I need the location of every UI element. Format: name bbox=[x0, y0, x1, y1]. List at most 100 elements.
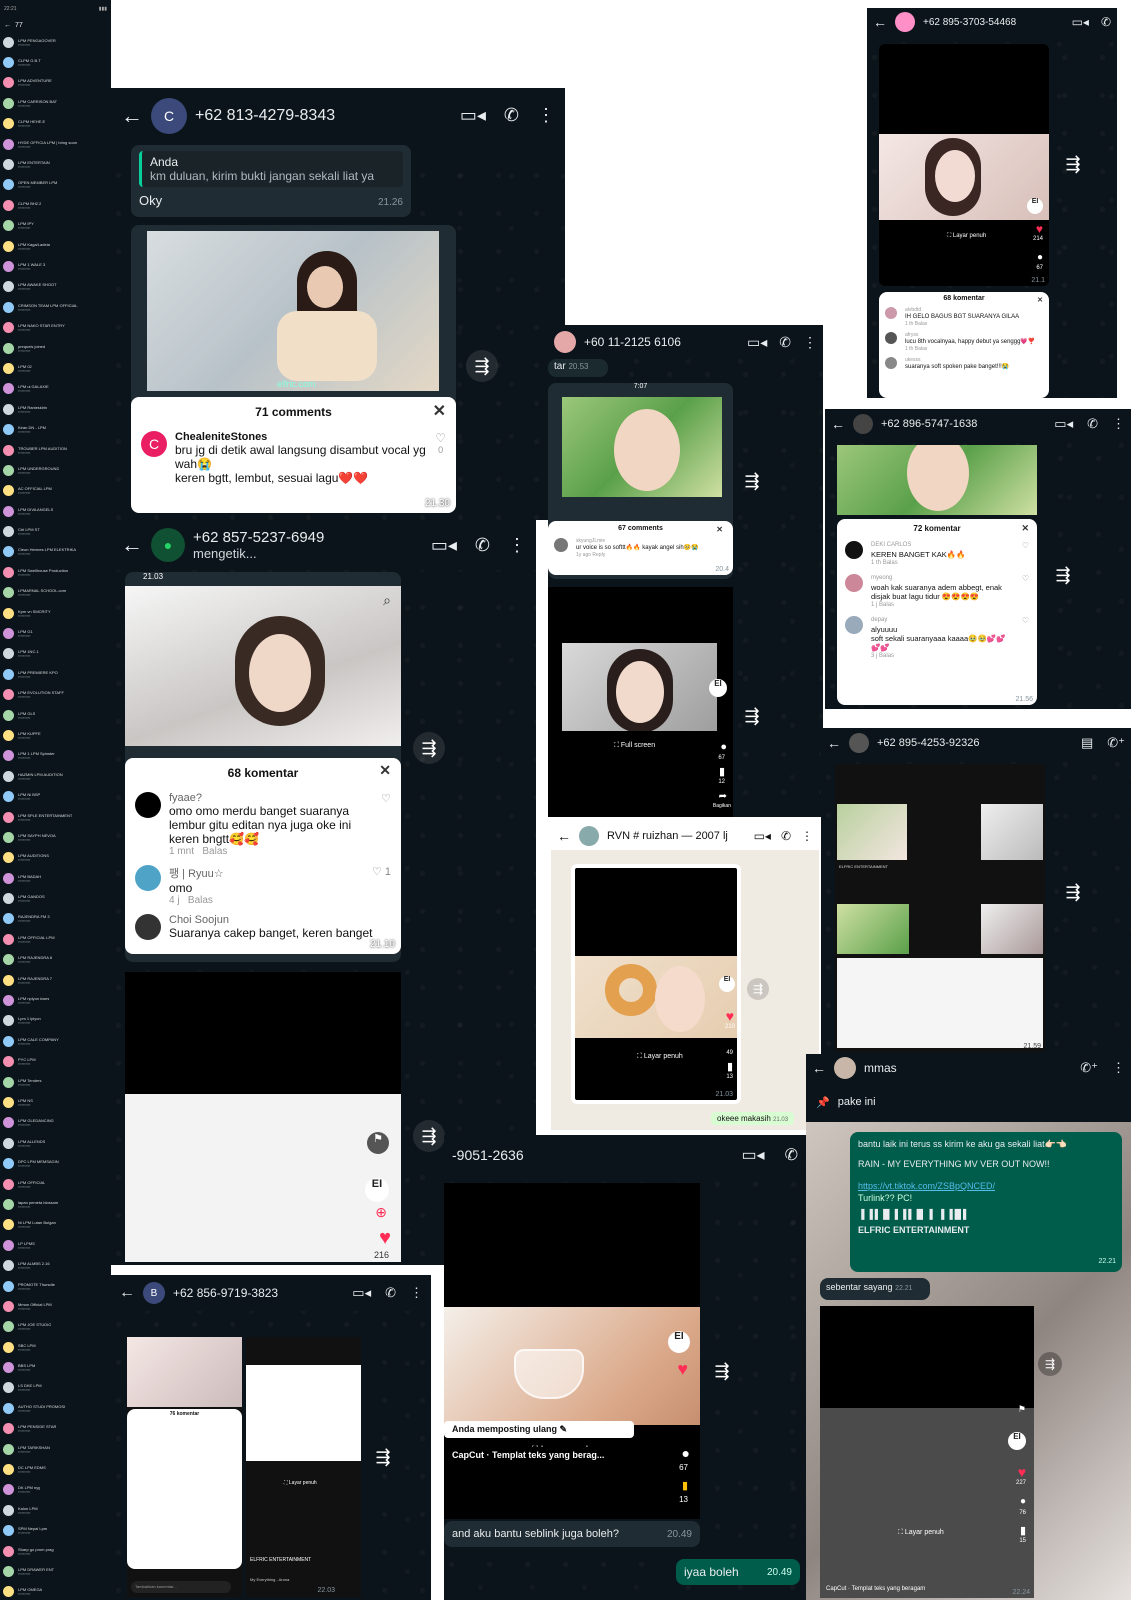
chat-list-item[interactable]: LPM nplyon kwes ▪▪▪▪▪▪▪▪▪▪ bbox=[0, 990, 111, 1010]
message-bubble[interactable]: tar 20.53 bbox=[548, 359, 608, 377]
forward-icon[interactable]: ⇶ bbox=[1057, 876, 1089, 908]
video-call-icon[interactable]: ▭◂ bbox=[754, 829, 771, 843]
video-call-icon[interactable]: ▭◂ bbox=[747, 334, 767, 351]
contact-name[interactable]: +62 856-9719-3823 bbox=[173, 1286, 344, 1300]
contact-name[interactable]: +62 895-4253-92326 bbox=[877, 737, 1073, 749]
chat-list-item[interactable]: DC LPM EDMS ▪▪▪▪▪▪▪▪▪▪ bbox=[0, 1459, 111, 1479]
chat-list-item[interactable]: LPM G1 ▪▪▪▪▪▪▪▪▪▪ bbox=[0, 623, 111, 643]
fullscreen-button[interactable]: ⛶ Layar penuh bbox=[890, 1526, 952, 1540]
video-call-icon[interactable]: ▭◂ bbox=[1072, 15, 1089, 29]
chat-list-item[interactable]: LPM DIVA ANGELS ▪▪▪▪▪▪▪▪▪▪ bbox=[0, 501, 111, 521]
avatar[interactable] bbox=[554, 331, 576, 353]
more-icon[interactable]: ⋮ bbox=[508, 535, 526, 556]
video-thumbnail[interactable] bbox=[879, 134, 1049, 220]
more-icon[interactable]: ⋮ bbox=[801, 829, 813, 843]
back-icon[interactable]: ← bbox=[557, 828, 571, 844]
forward-icon[interactable]: ⇶ bbox=[466, 350, 498, 382]
chat-list-item[interactable]: Cleon Hermes LPM ELEKTRIKA ▪▪▪▪▪▪▪▪▪▪ bbox=[0, 542, 111, 562]
message-bubble[interactable]: iyaa boleh 20.49 bbox=[676, 1559, 800, 1585]
chat-list-item[interactable]: LPM AWAKE SHOOT ▪▪▪▪▪▪▪▪▪▪ bbox=[0, 277, 111, 297]
chat-list-item[interactable]: LPM 1 LPM Spinster ▪▪▪▪▪▪▪▪▪▪ bbox=[0, 746, 111, 766]
chat-list-item[interactable]: LPM IPY ▪▪▪▪▪▪▪▪▪▪ bbox=[0, 216, 111, 236]
forward-icon[interactable]: ⇶ bbox=[736, 465, 768, 497]
chat-list-item[interactable]: LPM ALLENDS ▪▪▪▪▪▪▪▪▪▪ bbox=[0, 1133, 111, 1153]
chat-list-item[interactable]: LPM ui GALAXIE ▪▪▪▪▪▪▪▪▪▪ bbox=[0, 379, 111, 399]
image-collage[interactable]: ELFRIC ENTERTAINMENT 21.59 bbox=[835, 764, 1045, 1052]
close-icon[interactable]: ✕ bbox=[433, 401, 446, 421]
chat-list-item[interactable]: CLPM G.B.T ▪▪▪▪▪▪▪▪▪▪ bbox=[0, 52, 111, 72]
share-icon[interactable]: ➦ bbox=[719, 791, 727, 802]
video-message[interactable]: ⚑ EI ♥ 227 ● 76 ▮ 15 ⛶ Layar penuh CapCu… bbox=[820, 1306, 1034, 1598]
chat-list-item[interactable]: LPM OFFICIAL ▪▪▪▪▪▪▪▪▪▪ bbox=[0, 1174, 111, 1194]
reply-link[interactable]: Reply bbox=[592, 552, 605, 558]
close-icon[interactable]: ✕ bbox=[379, 762, 391, 779]
chat-list-item[interactable]: CLPM HEHE.E ▪▪▪▪▪▪▪▪▪▪ bbox=[0, 114, 111, 134]
forward-icon[interactable]: ⇶ bbox=[1038, 1352, 1062, 1376]
chat-list-item[interactable]: LPM 02 ▪▪▪▪▪▪▪▪▪▪ bbox=[0, 358, 111, 378]
creator-logo[interactable]: EI bbox=[365, 1178, 389, 1202]
pinned-bar[interactable]: 📌 pake ini bbox=[806, 1082, 1131, 1122]
forward-icon[interactable]: ⇶ bbox=[1047, 559, 1079, 591]
chat-list-item[interactable]: CLPM BH2.2 ▪▪▪▪▪▪▪▪▪▪ bbox=[0, 195, 111, 215]
more-icon[interactable]: ⋮ bbox=[410, 1285, 423, 1301]
chat-list-item[interactable]: LPM NAKO STAR ENTRY ▪▪▪▪▪▪▪▪▪▪ bbox=[0, 317, 111, 337]
chat-list-item[interactable]: Kiran DN - LPM ▪▪▪▪▪▪▪▪▪▪ bbox=[0, 419, 111, 439]
chat-list-item[interactable]: CRIMSON TEAM LPM OFFICIAL ▪▪▪▪▪▪▪▪▪▪ bbox=[0, 297, 111, 317]
contact-name[interactable]: +62 857-5237-6949 bbox=[193, 529, 423, 546]
reply-link[interactable]: Balas bbox=[915, 321, 928, 327]
phone-icon[interactable]: ✆ bbox=[385, 1285, 396, 1301]
message-bubble[interactable]: Anda km duluan, kirim bukti jangan sekal… bbox=[131, 145, 411, 217]
comment-icon[interactable]: ● bbox=[1037, 252, 1043, 263]
chat-list-item[interactable]: LPM BADAH ▪▪▪▪▪▪▪▪▪▪ bbox=[0, 868, 111, 888]
chat-list-item[interactable]: LPM RAJENDRA 7 ▪▪▪▪▪▪▪▪▪▪ bbox=[0, 970, 111, 990]
video-message[interactable]: EI ♥ 210 49 ▮ 13 ⛶ Layar penuh 21.03 bbox=[571, 864, 741, 1104]
like-icon[interactable]: ♡ bbox=[1022, 616, 1029, 625]
video-thumbnail[interactable]: elfric.com bbox=[147, 231, 439, 391]
comment-icon[interactable]: ● bbox=[1020, 1496, 1026, 1507]
forward-icon[interactable]: ⇶ bbox=[1057, 148, 1089, 180]
chat-list-item[interactable]: prequels joined ▪▪▪▪▪▪▪▪▪▪ bbox=[0, 338, 111, 358]
video-thumbnail[interactable]: ⌕ bbox=[125, 586, 401, 746]
chat-list-item[interactable]: LPM 1NC.1 ▪▪▪▪▪▪▪▪▪▪ bbox=[0, 644, 111, 664]
chat-list-item[interactable]: LPM JOE STUDIO ▪▪▪▪▪▪▪▪▪▪ bbox=[0, 1317, 111, 1337]
chat-list-item[interactable]: LPM Ni BSP ▪▪▪▪▪▪▪▪▪▪ bbox=[0, 786, 111, 806]
reply-link[interactable]: Balas bbox=[202, 846, 227, 857]
chat-list-item[interactable]: LPM ALMBS 2.16 ▪▪▪▪▪▪▪▪▪▪ bbox=[0, 1255, 111, 1275]
chat-list-item[interactable]: LPM ADVENTURE ▪▪▪▪▪▪▪▪▪▪ bbox=[0, 73, 111, 93]
contact-name[interactable]: +62 896-5747-1638 bbox=[881, 418, 1046, 430]
message-bubble[interactable]: okeee makasih 21.03 bbox=[711, 1112, 795, 1125]
back-icon[interactable]: ← bbox=[121, 103, 143, 129]
chat-list-item[interactable]: LPM AUDITIONS ▪▪▪▪▪▪▪▪▪▪ bbox=[0, 848, 111, 868]
chat-list-item[interactable]: LS DKE LPM ▪▪▪▪▪▪▪▪▪▪ bbox=[0, 1378, 111, 1398]
chat-list-item[interactable]: Ctrl LPM ST ▪▪▪▪▪▪▪▪▪▪ bbox=[0, 521, 111, 541]
contact-name[interactable]: RVN # ruizhan — 2007 lj bbox=[607, 830, 746, 842]
phone-icon[interactable]: ✆ bbox=[781, 829, 791, 843]
video-message[interactable]: EI ♥ 214 ● 67 ⛶ Layar penuh 21.1 bbox=[879, 44, 1049, 286]
chat-list-item[interactable]: LPM UNDERGROUND ▪▪▪▪▪▪▪▪▪▪ bbox=[0, 460, 111, 480]
bookmark-icon[interactable]: ▮ bbox=[727, 1060, 733, 1073]
heart-icon[interactable]: ♥ bbox=[726, 1008, 734, 1024]
chat-list-item[interactable]: LP LPMS ▪▪▪▪▪▪▪▪▪▪ bbox=[0, 1235, 111, 1255]
chat-list-item[interactable]: LPM KUPFE ▪▪▪▪▪▪▪▪▪▪ bbox=[0, 725, 111, 745]
contact-name[interactable]: +60 11-2125 6106 bbox=[584, 335, 739, 349]
chat-list-item[interactable]: LPM ENTERTAIN ▪▪▪▪▪▪▪▪▪▪ bbox=[0, 154, 111, 174]
chat-list-item[interactable]: LPM TARIKSHAN ▪▪▪▪▪▪▪▪▪▪ bbox=[0, 1439, 111, 1459]
forward-icon[interactable]: ⇶ bbox=[413, 1120, 445, 1152]
fullscreen-button[interactable]: ⛶ Full screen bbox=[606, 739, 663, 753]
chat-list-item[interactable]: Sharp go prom prag ▪▪▪▪▪▪▪▪▪▪ bbox=[0, 1541, 111, 1561]
like-icon[interactable]: ♡ bbox=[1022, 541, 1029, 550]
chat-list-item[interactable]: LPM Ranieskirin ▪▪▪▪▪▪▪▪▪▪ bbox=[0, 399, 111, 419]
forward-icon[interactable]: ⇶ bbox=[706, 1355, 738, 1387]
forward-icon[interactable]: ⇶ bbox=[367, 1441, 399, 1473]
chat-list-item[interactable]: LPM SPLE ENTERTAINMENT ▪▪▪▪▪▪▪▪▪▪ bbox=[0, 807, 111, 827]
creator-logo[interactable]: EI bbox=[668, 1331, 690, 1353]
forward-icon[interactable]: ⇶ bbox=[413, 732, 445, 764]
like-icon[interactable]: ♡ bbox=[381, 792, 391, 805]
back-icon[interactable]: ← bbox=[831, 416, 845, 432]
chat-list-item[interactable]: LPM GLS ▪▪▪▪▪▪▪▪▪▪ bbox=[0, 705, 111, 725]
chat-list-item[interactable]: BBS LPM ▪▪▪▪▪▪▪▪▪▪ bbox=[0, 1357, 111, 1377]
chat-list-item[interactable]: lapan pemeta blossom ▪▪▪▪▪▪▪▪▪▪ bbox=[0, 1194, 111, 1214]
reply-link[interactable]: Balas bbox=[879, 602, 894, 608]
template-banner[interactable]: CapCut · Templat teks yang berag... bbox=[444, 1447, 634, 1463]
chat-list-item[interactable]: LPM GLEDANCING ▪▪▪▪▪▪▪▪▪▪ bbox=[0, 1113, 111, 1133]
